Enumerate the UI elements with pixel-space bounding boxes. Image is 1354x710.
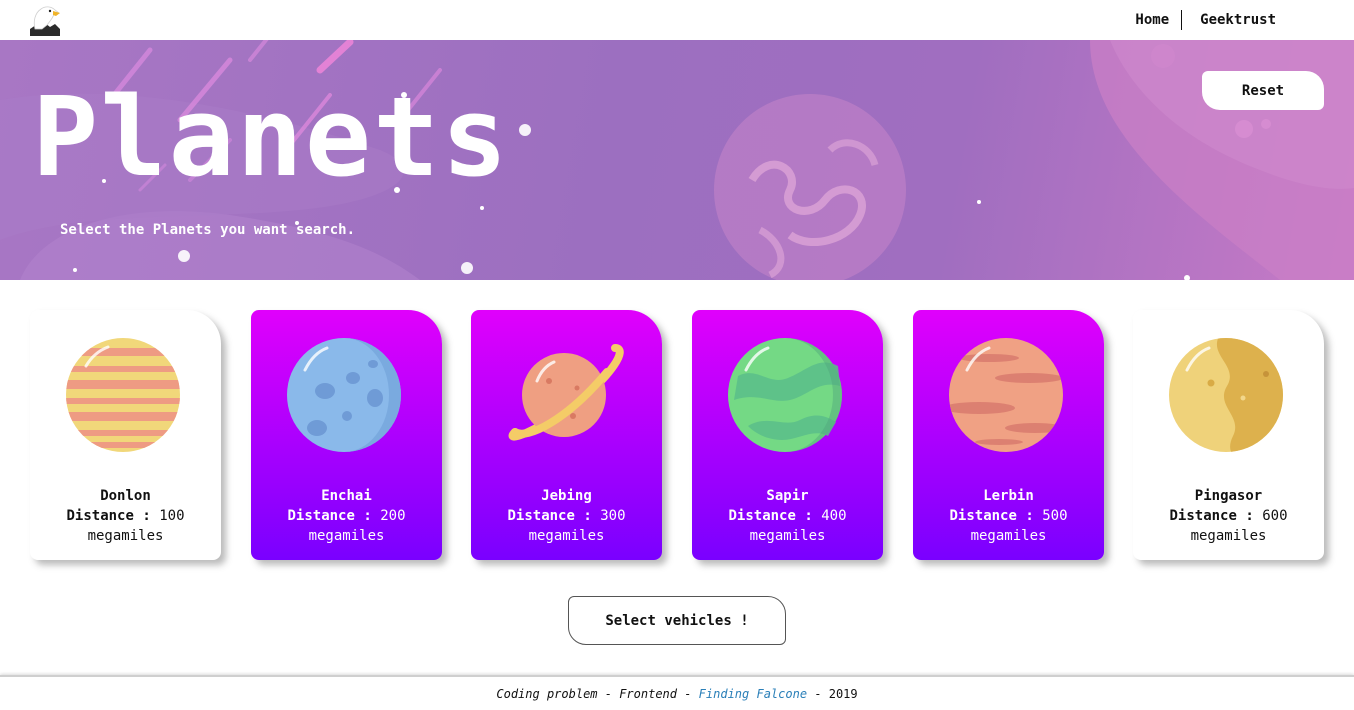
page-subtitle: Select the Planets you want search. <box>60 222 356 238</box>
planet-name: Jebing <box>541 488 592 504</box>
planet-distance: Distance : 100 <box>66 508 185 524</box>
planet-name: Lerbin <box>983 488 1034 504</box>
footer: Coding problem - Frontend - Finding Falc… <box>0 675 1354 710</box>
planet-name: Pingasor <box>1194 488 1263 504</box>
reset-button[interactable]: Reset <box>1202 71 1324 110</box>
planet-card-lerbin[interactable]: Lerbin Distance : 500 megamiles <box>913 310 1104 560</box>
blue-cratered-planet-icon <box>287 338 401 452</box>
planet-distance-unit: megamiles <box>528 528 605 544</box>
planet-card-pingasor[interactable]: Pingasor Distance : 600 megamiles <box>1133 310 1324 560</box>
finding-falcone-link[interactable]: Finding Falcone <box>699 687 807 701</box>
striped-planet-icon <box>66 338 180 452</box>
green-planet-icon <box>728 338 842 452</box>
planet-name: Sapir <box>766 488 809 504</box>
red-banded-planet-icon <box>949 338 1063 452</box>
planet-distance: Distance : 500 <box>949 508 1068 524</box>
planet-distance-unit: megamiles <box>308 528 385 544</box>
planet-distance-unit: megamiles <box>970 528 1047 544</box>
planet-card-donlon[interactable]: Donlon Distance : 100 megamiles <box>30 310 221 560</box>
planet-distance-unit: megamiles <box>749 528 826 544</box>
footer-year: - 2019 <box>807 687 858 701</box>
planet-distance-unit: megamiles <box>1190 528 1267 544</box>
planet-name: Donlon <box>100 488 151 504</box>
planet-distance: Distance : 400 <box>728 508 847 524</box>
planet-distance-unit: megamiles <box>87 528 164 544</box>
page-title: Planets <box>32 73 510 201</box>
planet-card-enchai[interactable]: Enchai Distance : 200 megamiles <box>251 310 442 560</box>
footer-prefix: Coding problem - Frontend - <box>496 687 699 701</box>
eagle-icon[interactable] <box>28 3 62 37</box>
planet-name: Enchai <box>321 488 372 504</box>
nav-home-link[interactable]: Home <box>1135 12 1169 28</box>
planet-distance: Distance : 600 <box>1169 508 1288 524</box>
top-nav: Home Geektrust <box>0 0 1354 40</box>
nav-divider <box>1181 10 1183 30</box>
yellow-planet-icon <box>1169 338 1283 452</box>
planet-distance: Distance : 200 <box>287 508 406 524</box>
planet-card-sapir[interactable]: Sapir Distance : 400 megamiles <box>692 310 883 560</box>
planet-card-list: Donlon Distance : 100 megamiles Enchai D… <box>30 310 1324 560</box>
planet-distance: Distance : 300 <box>507 508 626 524</box>
nav-geektrust-link[interactable]: Geektrust <box>1200 12 1276 28</box>
select-vehicles-button[interactable]: Select vehicles ! <box>568 596 786 645</box>
hero-banner: Planets Select the Planets you want sear… <box>0 40 1354 280</box>
ringed-planet-icon <box>508 344 624 441</box>
planet-card-jebing[interactable]: Jebing Distance : 300 megamiles <box>471 310 662 560</box>
